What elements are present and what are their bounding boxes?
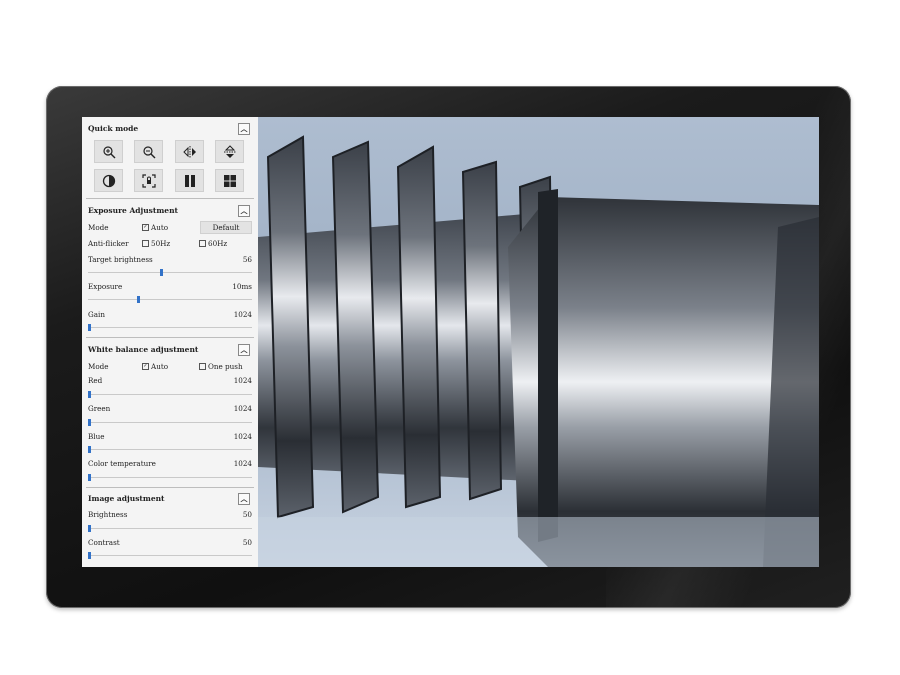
image-adjustment-collapse-button[interactable]: ︿ bbox=[238, 493, 250, 505]
slider-handle[interactable] bbox=[88, 525, 91, 532]
slider-handle[interactable] bbox=[137, 296, 141, 303]
slider-handle[interactable] bbox=[88, 552, 91, 559]
contrast-slider[interactable] bbox=[88, 552, 252, 559]
pause-icon bbox=[184, 174, 195, 187]
quick-mode-title: Quick mode bbox=[88, 124, 139, 133]
divider bbox=[86, 198, 254, 199]
flip-vertical-icon bbox=[223, 144, 236, 158]
exposure-time-value: 10ms bbox=[232, 282, 252, 291]
color-temperature-slider[interactable] bbox=[88, 474, 252, 481]
blue-slider[interactable] bbox=[88, 446, 252, 453]
60hz-checkbox[interactable]: 60Hz bbox=[199, 239, 227, 248]
quick-mode-header: Quick mode ︿ bbox=[88, 123, 252, 136]
zoom-in-icon bbox=[102, 145, 115, 158]
color-temperature-value: 1024 bbox=[233, 459, 252, 468]
exposure-title: Exposure Adjustment bbox=[88, 206, 178, 215]
wb-mode-label: Mode bbox=[88, 362, 109, 371]
checkbox-empty-icon bbox=[142, 239, 149, 247]
brightness-label: Brightness bbox=[88, 510, 128, 519]
target-brightness-value: 56 bbox=[242, 255, 252, 264]
exposure-auto-checkbox[interactable]: ✓ Auto bbox=[142, 223, 168, 232]
target-brightness-slider[interactable] bbox=[88, 269, 252, 276]
slider-handle[interactable] bbox=[160, 269, 164, 276]
red-label: Red bbox=[88, 376, 103, 385]
50hz-checkbox[interactable]: 50Hz bbox=[142, 239, 170, 248]
microscope-image bbox=[258, 117, 819, 567]
brightness-value: 50 bbox=[242, 510, 252, 519]
red-value: 1024 bbox=[233, 376, 252, 385]
contrast-label: Contrast bbox=[88, 538, 120, 547]
white-balance-collapse-button[interactable]: ︿ bbox=[238, 344, 250, 356]
green-slider[interactable] bbox=[88, 419, 252, 426]
zoom-in-button[interactable] bbox=[94, 140, 123, 163]
one-push-label: One push bbox=[208, 362, 243, 371]
one-push-checkbox[interactable]: One push bbox=[199, 362, 243, 371]
gain-label: Gain bbox=[88, 310, 105, 319]
blue-label: Blue bbox=[88, 432, 105, 441]
color-temperature-label: Color temperature bbox=[88, 459, 156, 468]
flip-horizontal-button[interactable] bbox=[175, 140, 204, 163]
exposure-collapse-button[interactable]: ︿ bbox=[238, 205, 250, 217]
flip-horizontal-icon bbox=[182, 145, 196, 158]
image-adjustment-title: Image adjustment bbox=[88, 494, 165, 503]
wb-auto-checkbox[interactable]: ✓ Auto bbox=[142, 362, 168, 371]
zoom-out-button[interactable] bbox=[134, 140, 163, 163]
target-brightness-label: Target brightness bbox=[88, 255, 153, 264]
grid-button[interactable] bbox=[215, 169, 244, 192]
green-value: 1024 bbox=[233, 404, 252, 413]
grid-icon bbox=[223, 174, 236, 187]
checkbox-empty-icon bbox=[199, 362, 206, 370]
anti-flicker-label: Anti-flicker bbox=[88, 239, 129, 248]
60hz-label: 60Hz bbox=[208, 239, 228, 248]
gain-slider[interactable] bbox=[88, 324, 252, 331]
exposure-mode-label: Mode bbox=[88, 223, 109, 232]
exposure-header: Exposure Adjustment ︿ bbox=[88, 205, 252, 218]
slider-handle[interactable] bbox=[88, 324, 91, 331]
pause-button[interactable] bbox=[175, 169, 204, 192]
contrast-button[interactable] bbox=[94, 169, 123, 192]
brightness-slider[interactable] bbox=[88, 525, 252, 532]
red-slider[interactable] bbox=[88, 391, 252, 398]
wb-auto-label: Auto bbox=[151, 362, 169, 371]
zoom-out-icon bbox=[142, 145, 155, 158]
image-adjustment-header: Image adjustment ︿ bbox=[88, 493, 252, 506]
gain-value: 1024 bbox=[233, 310, 252, 319]
auto-focus-button[interactable] bbox=[134, 169, 163, 192]
checkbox-checked-icon: ✓ bbox=[142, 223, 149, 231]
slider-handle[interactable] bbox=[88, 391, 91, 398]
divider bbox=[86, 337, 254, 338]
50hz-label: 50Hz bbox=[151, 239, 171, 248]
contrast-icon bbox=[102, 174, 115, 187]
slider-handle[interactable] bbox=[88, 446, 91, 453]
flip-vertical-button[interactable] bbox=[215, 140, 244, 163]
green-label: Green bbox=[88, 404, 111, 413]
checkbox-checked-icon: ✓ bbox=[142, 362, 149, 370]
exposure-time-label: Exposure bbox=[88, 282, 123, 291]
exposure-auto-label: Auto bbox=[151, 223, 169, 232]
contrast-value: 50 bbox=[242, 538, 252, 547]
auto-focus-icon bbox=[141, 173, 156, 188]
exposure-time-slider[interactable] bbox=[88, 296, 252, 303]
default-button[interactable]: Default bbox=[200, 221, 252, 234]
slider-handle[interactable] bbox=[88, 474, 91, 481]
screen: Quick mode ︿ Exposure Adjustment ︿ Mode … bbox=[82, 117, 819, 567]
control-panel: Quick mode ︿ Exposure Adjustment ︿ Mode … bbox=[82, 117, 258, 567]
blue-value: 1024 bbox=[233, 432, 252, 441]
slider-handle[interactable] bbox=[88, 419, 91, 426]
white-balance-header: White balance adjustment ︿ bbox=[88, 344, 252, 357]
white-balance-title: White balance adjustment bbox=[88, 345, 199, 354]
divider bbox=[86, 487, 254, 488]
checkbox-empty-icon bbox=[199, 239, 206, 247]
quick-mode-collapse-button[interactable]: ︿ bbox=[238, 123, 250, 135]
monitor-bezel: Quick mode ︿ Exposure Adjustment ︿ Mode … bbox=[46, 86, 900, 608]
camera-preview[interactable] bbox=[258, 117, 819, 567]
